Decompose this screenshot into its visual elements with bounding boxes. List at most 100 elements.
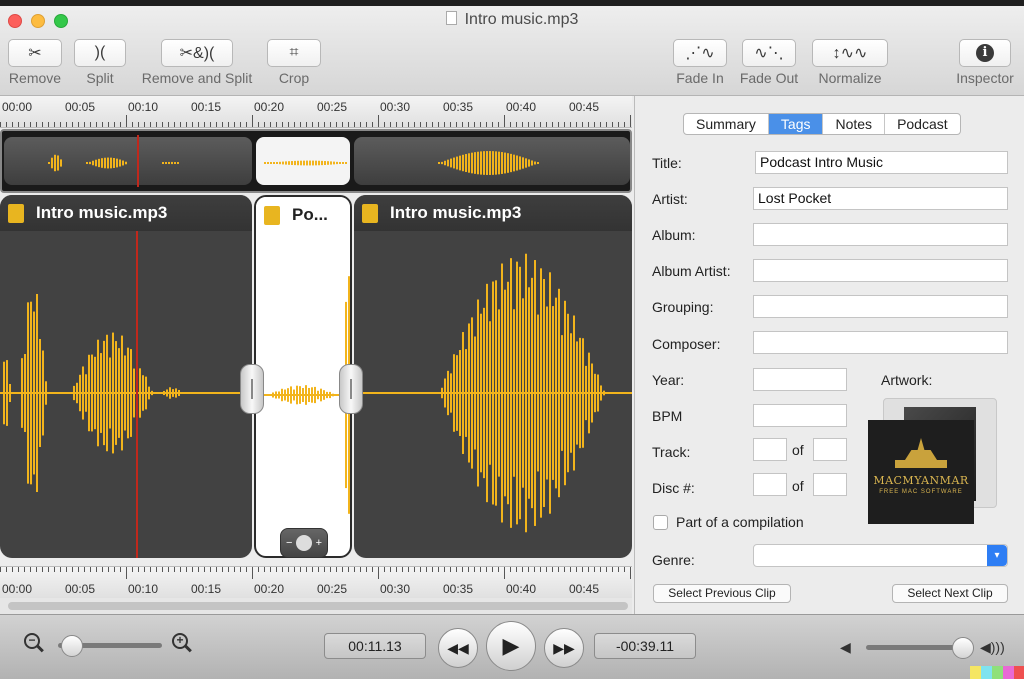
year-label: Year: <box>652 372 685 388</box>
waveform-bar <box>24 354 26 432</box>
playhead[interactable] <box>136 231 138 558</box>
fast-forward-button[interactable]: ▶▶ <box>544 628 584 668</box>
ruler-tick <box>378 115 379 127</box>
overview-waveform-bar <box>324 161 326 165</box>
ruler-tick-label: 00:40 <box>506 582 537 596</box>
select-next-clip-button[interactable]: Select Next Clip <box>892 584 1008 603</box>
disc-number-field[interactable] <box>753 473 787 496</box>
waveform-bar <box>85 374 87 412</box>
volume-slider-knob[interactable] <box>951 637 974 659</box>
ruler-tick <box>150 122 151 127</box>
compilation-checkbox[interactable] <box>653 515 668 530</box>
ruler-tick <box>378 567 379 579</box>
track-of-label: of <box>792 442 804 458</box>
clip-volume-control[interactable]: − + <box>280 528 328 558</box>
ruler-tick <box>336 122 337 127</box>
year-field[interactable] <box>753 368 847 391</box>
ruler-tick <box>276 567 277 572</box>
crop-button[interactable]: ⌗ Crop <box>266 39 322 86</box>
fade-out-button[interactable]: ∿⋱ Fade Out <box>736 39 802 86</box>
overview-waveform-bar <box>330 161 332 165</box>
ruler-tick <box>576 122 577 127</box>
grouping-field[interactable] <box>753 295 1008 318</box>
remove-button[interactable]: ✂ Remove <box>6 39 64 86</box>
waveform-bar <box>326 391 328 399</box>
clip-start-handle[interactable] <box>240 364 264 414</box>
select-previous-clip-button[interactable]: Select Previous Clip <box>653 584 791 603</box>
tab-podcast[interactable]: Podcast <box>885 114 960 134</box>
remove-and-split-icon: ✂&)( <box>161 39 233 67</box>
ruler-tick <box>354 122 355 127</box>
bpm-field[interactable] <box>753 404 847 427</box>
ruler-tick <box>390 122 391 127</box>
album-field[interactable] <box>753 223 1008 246</box>
timeline-ruler-bottom[interactable]: 00:00 00:05 00:10 00:15 00:20 00:25 00:30 00:35… <box>0 566 632 598</box>
genre-combobox[interactable]: ▾ <box>753 544 1008 567</box>
inspector-button[interactable]: i Inspector <box>950 39 1020 86</box>
overview-waveform-bar <box>86 162 88 164</box>
overview-waveform-bar <box>486 151 488 175</box>
rewind-button[interactable]: ◀◀ <box>438 628 478 668</box>
overview-waveform-bar <box>459 155 461 171</box>
composer-field[interactable] <box>753 331 1008 354</box>
clip-end-handle[interactable] <box>339 364 363 414</box>
overview-waveform-bar <box>309 160 311 166</box>
zoom-in-icon[interactable]: + <box>172 633 194 655</box>
ruler-tick <box>132 567 133 572</box>
horizontal-scrollbar[interactable] <box>0 598 632 614</box>
ruler-tick <box>552 567 553 572</box>
split-button[interactable]: )( Split <box>74 39 126 86</box>
waveform-bar <box>525 253 527 533</box>
zoom-slider-knob[interactable] <box>61 635 84 657</box>
timeline-ruler-top[interactable]: 00:00 00:05 00:10 00:15 00:20 00:25 00:30 00:35… <box>0 96 632 128</box>
ruler-tick <box>396 567 397 572</box>
audio-file-icon <box>264 205 280 225</box>
track-number-field[interactable] <box>753 438 787 461</box>
album-artist-field[interactable] <box>753 259 1008 282</box>
ruler-tick <box>348 122 349 127</box>
overview-waveform-bar <box>492 151 494 175</box>
volume-dial-icon <box>296 535 312 551</box>
ruler-tick <box>102 567 103 572</box>
ruler-tick <box>366 122 367 127</box>
ruler-tick <box>630 115 631 127</box>
clip-3[interactable]: Intro music.mp3 <box>354 195 632 558</box>
waveform-bar <box>534 260 536 526</box>
overview-strip[interactable] <box>0 129 632 193</box>
ruler-tick <box>222 567 223 572</box>
ruler-tick <box>132 122 133 127</box>
waveform-bar <box>284 389 286 401</box>
overview-playhead <box>137 135 139 187</box>
fade-in-button[interactable]: ⋰∿ Fade In <box>672 39 728 86</box>
zoom-out-icon[interactable]: − <box>24 633 46 655</box>
waveform-bar <box>139 368 141 418</box>
tab-notes[interactable]: Notes <box>823 114 886 134</box>
artist-field[interactable]: Lost Pocket <box>753 187 1008 210</box>
overview-waveform-bar <box>480 151 482 175</box>
track-total-field[interactable] <box>813 438 847 461</box>
disc-total-field[interactable] <box>813 473 847 496</box>
overview-waveform-bar <box>306 160 308 166</box>
play-button[interactable]: ▶ <box>486 621 536 671</box>
clip-2-selected[interactable]: Po... <box>254 195 352 558</box>
ruler-tick <box>264 567 265 572</box>
normalize-button[interactable]: ↕∿∿ Normalize <box>810 39 890 86</box>
overview-waveform-bar <box>498 151 500 175</box>
remove-and-split-button[interactable]: ✂&)( Remove and Split <box>138 39 256 86</box>
chevron-down-icon[interactable]: ▾ <box>987 545 1007 566</box>
title-field[interactable]: Podcast Intro Music <box>755 151 1008 174</box>
ruler-tick <box>522 122 523 127</box>
ruler-tick <box>594 122 595 127</box>
clip-1[interactable]: Intro music.mp3 <box>0 195 252 558</box>
ruler-tick <box>150 567 151 572</box>
overview-waveform-bar <box>456 156 458 170</box>
audio-file-icon <box>8 203 24 223</box>
waveform-bar <box>468 323 470 463</box>
tab-tags[interactable]: Tags <box>768 114 824 134</box>
waveform-bar <box>290 386 292 404</box>
waveform-bar <box>181 392 183 394</box>
scrollbar-thumb[interactable] <box>8 602 628 610</box>
overview-waveform-bar <box>122 160 124 166</box>
tab-summary[interactable]: Summary <box>684 114 769 134</box>
overview-waveform-bar <box>321 160 323 166</box>
